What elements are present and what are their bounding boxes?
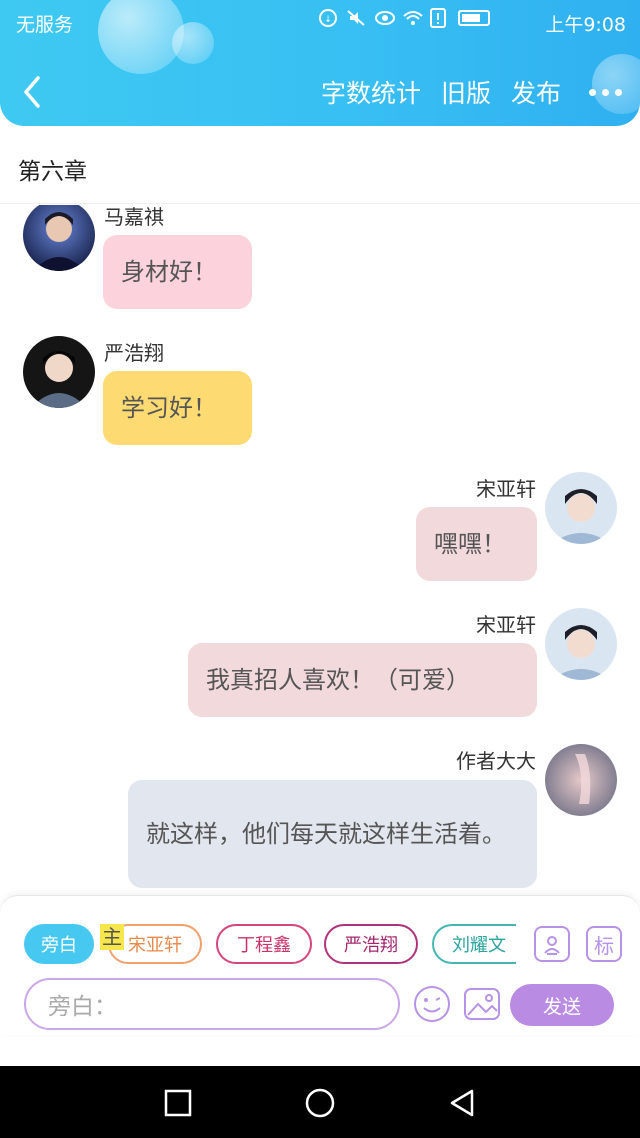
data-saver-icon: ↓ xyxy=(318,8,338,28)
avatar[interactable] xyxy=(545,744,617,816)
more-dots-icon[interactable] xyxy=(589,88,622,96)
back-button[interactable] xyxy=(18,72,48,112)
publish-button[interactable]: 发布 xyxy=(511,74,561,110)
avatar[interactable] xyxy=(23,336,95,408)
chapter-title[interactable]: 第六章 xyxy=(18,152,87,186)
message-bubble[interactable]: 我真招人喜欢！（可爱） xyxy=(188,643,537,717)
status-bar: 无服务 ↓ 上午9:08 xyxy=(0,0,640,44)
message-bubble[interactable]: 嘿嘿！ xyxy=(416,507,537,581)
square-recent-icon xyxy=(164,1089,192,1117)
tag-button[interactable]: 标 xyxy=(586,926,622,962)
message-bubble[interactable]: 学习好！ xyxy=(103,371,252,445)
sender-name: 宋亚轩 xyxy=(476,477,536,501)
role-manage-button[interactable] xyxy=(534,926,570,962)
chat-list[interactable]: 马嘉祺 身材好！ 严浩翔 学习好！ 宋亚轩 嘿嘿！ 宋亚轩 我真招人喜欢！（可爱… xyxy=(0,205,640,895)
chapter-bar: 第六章 xyxy=(0,126,640,204)
eye-comfort-icon xyxy=(374,8,395,28)
role-chip-yan-haoxiang[interactable]: 严浩翔 xyxy=(324,924,418,964)
app-header: 无服务 ↓ 上午9:08 字数统计 旧版 发布 xyxy=(0,0,640,126)
message-input[interactable]: 旁白： xyxy=(24,978,400,1030)
contact-card-icon xyxy=(544,936,560,955)
system-nav-bar xyxy=(0,1066,640,1138)
image-icon xyxy=(464,988,500,1020)
image-button[interactable] xyxy=(462,984,502,1024)
battery-icon xyxy=(458,10,490,26)
recent-apps-button[interactable] xyxy=(161,1086,195,1120)
role-chip-liu-yaowen[interactable]: 刘耀文 xyxy=(432,924,516,964)
message-text: 就这样，他们每天就这样生活着。 xyxy=(146,820,506,848)
avatar[interactable] xyxy=(545,472,617,544)
sender-name: 宋亚轩 xyxy=(476,613,536,637)
home-button[interactable] xyxy=(303,1086,337,1120)
master-role-tag: 主 xyxy=(100,924,124,950)
status-icons: ↓ xyxy=(318,8,490,28)
header-actions: 字数统计 旧版 发布 xyxy=(301,74,622,110)
emoji-button[interactable] xyxy=(412,984,452,1024)
message-text: 学习好！ xyxy=(121,394,217,422)
sender-name: 严浩翔 xyxy=(104,341,164,365)
avatar[interactable] xyxy=(23,205,95,271)
message-bubble[interactable]: 就这样，他们每天就这样生活着。 xyxy=(128,780,537,888)
message-text: 身材好！ xyxy=(121,258,217,286)
avatar[interactable] xyxy=(545,608,617,680)
role-chip-narration[interactable]: 旁白 xyxy=(24,924,94,964)
message-text: 我真招人喜欢！（可爱） xyxy=(206,666,470,694)
circle-home-icon xyxy=(305,1088,335,1118)
sim-alert-icon xyxy=(430,8,450,28)
system-back-button[interactable] xyxy=(445,1086,479,1120)
message-text: 嘿嘿！ xyxy=(434,530,506,558)
clock: 上午9:08 xyxy=(545,14,626,36)
emoji-icon xyxy=(414,986,450,1022)
role-chip-ding-chengxin[interactable]: 丁程鑫 xyxy=(216,924,312,964)
word-count-button[interactable]: 字数统计 xyxy=(321,74,421,110)
sender-name: 作者大大 xyxy=(456,749,536,773)
old-version-button[interactable]: 旧版 xyxy=(441,74,491,110)
triangle-back-icon xyxy=(450,1089,474,1117)
mute-icon xyxy=(346,8,366,28)
svg-text:↓: ↓ xyxy=(324,15,332,25)
sender-name: 马嘉祺 xyxy=(104,205,164,229)
message-bubble[interactable]: 身材好！ xyxy=(103,235,252,309)
wifi-icon xyxy=(402,8,423,28)
carrier-label: 无服务 xyxy=(16,14,74,36)
send-button[interactable]: 发送 xyxy=(510,984,614,1026)
chevron-left-icon xyxy=(24,76,40,108)
